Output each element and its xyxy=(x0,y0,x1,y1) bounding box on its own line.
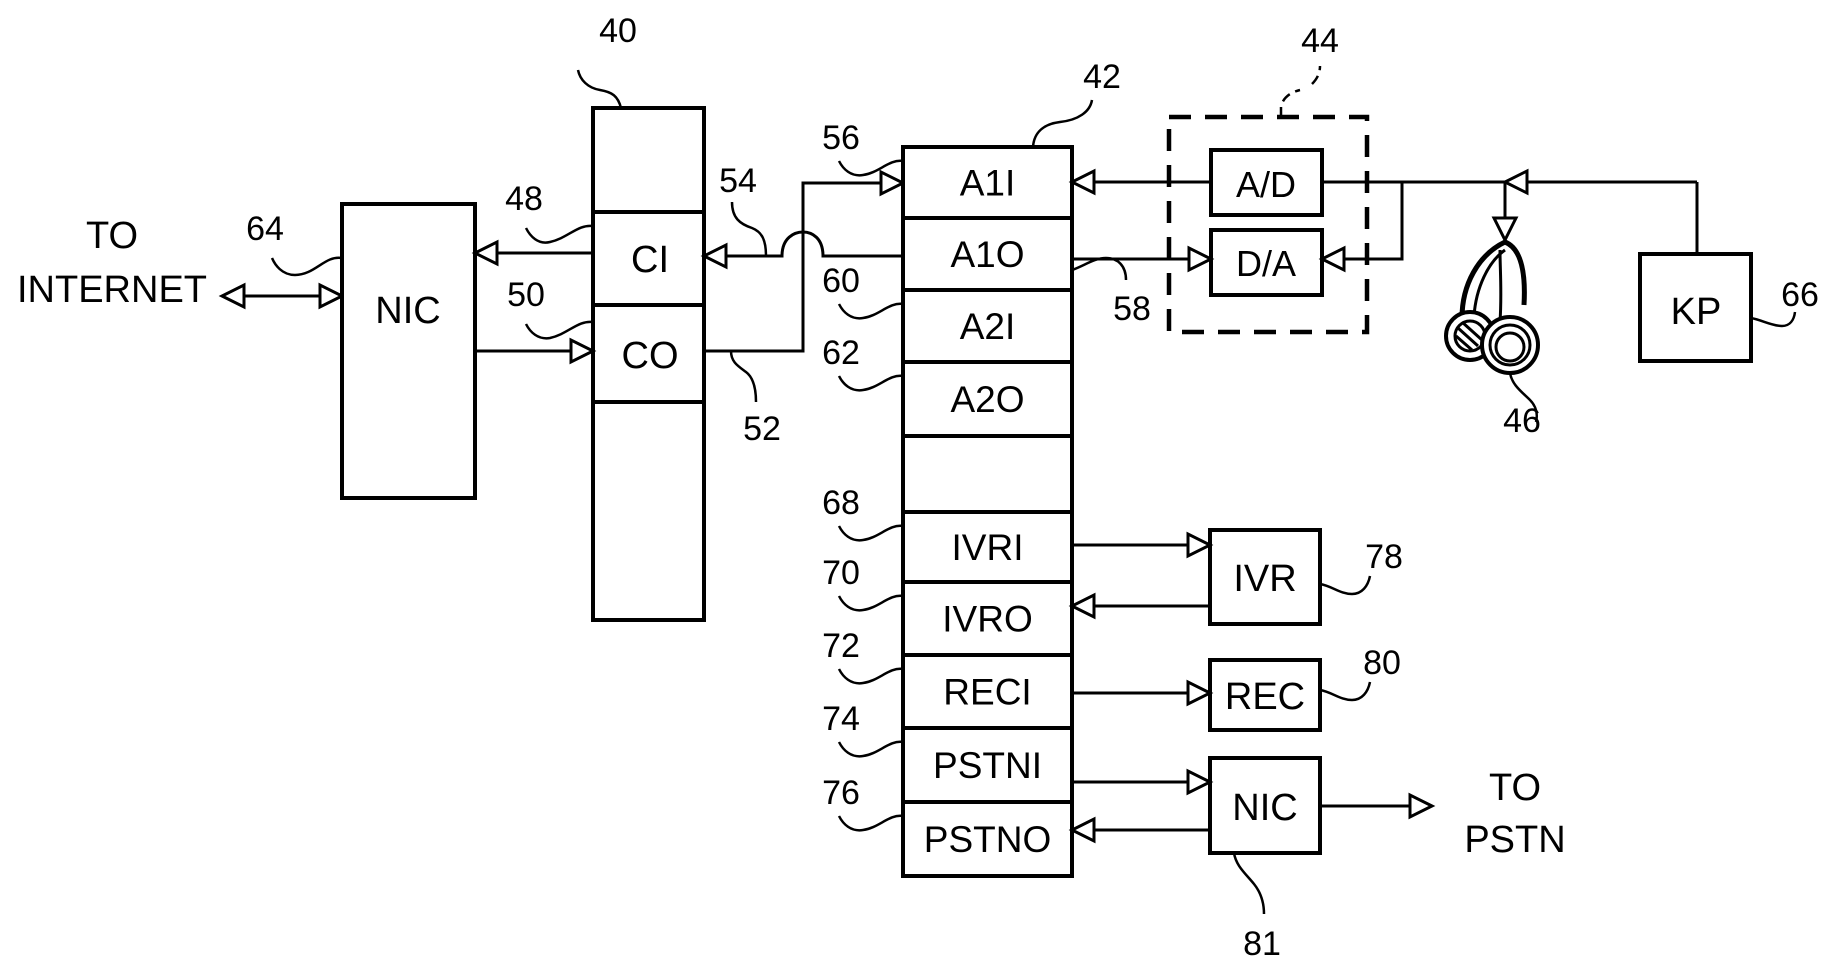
da-label: D/A xyxy=(1236,243,1296,284)
nic-internet-label: NIC xyxy=(375,290,440,332)
port-co-label: CO xyxy=(622,335,679,377)
ref-leader-40 xyxy=(576,69,623,109)
port-ivro-label: IVRO xyxy=(942,599,1032,640)
ref-leader-80 xyxy=(1319,681,1372,702)
nic-pstn-label: NIC xyxy=(1232,787,1297,829)
block-diagram: TO INTERNET NIC 64 CI CO 40 48 50 52 54 xyxy=(17,12,1819,963)
ivr-label: IVR xyxy=(1233,558,1296,600)
ref-leader-48 xyxy=(524,224,594,244)
port-ci-label: CI xyxy=(631,239,669,281)
ref-48: 48 xyxy=(505,180,543,218)
rec-block[interactable]: REC xyxy=(1208,658,1322,732)
arrow-to-internet-icon xyxy=(220,283,246,309)
arrow-into-da-icon xyxy=(1187,246,1213,272)
headset-icon[interactable] xyxy=(1444,239,1540,375)
ref-66: 66 xyxy=(1781,276,1819,314)
arrow-into-nic-pstn-icon xyxy=(1186,769,1212,795)
arrow-into-rec-icon xyxy=(1186,680,1212,706)
ad-label: A/D xyxy=(1236,164,1296,205)
port-pstno-label: PSTNO xyxy=(924,819,1051,860)
port-ivri-label: IVRI xyxy=(952,527,1024,568)
ref-leader-68 xyxy=(837,524,904,542)
ref-62: 62 xyxy=(822,334,860,372)
ref-leader-58 xyxy=(1071,256,1128,281)
ref-70: 70 xyxy=(822,554,860,592)
port-a2o-label: A2O xyxy=(950,379,1024,420)
ref-60: 60 xyxy=(822,262,860,300)
ref-44: 44 xyxy=(1301,22,1339,60)
ref-68: 68 xyxy=(822,484,860,522)
nic-pstn-block[interactable]: NIC xyxy=(1208,756,1322,855)
ref-78: 78 xyxy=(1365,538,1403,576)
ref-52: 52 xyxy=(743,410,781,448)
ref-40: 40 xyxy=(599,12,637,50)
ref-leader-42 xyxy=(1031,99,1094,148)
ref-leader-64 xyxy=(270,256,343,277)
ref-81: 81 xyxy=(1243,925,1281,963)
ref-72: 72 xyxy=(822,627,860,665)
port-pstni-label: PSTNI xyxy=(933,745,1042,786)
port-reci-label: RECI xyxy=(943,672,1031,713)
arrow-into-da-right-icon xyxy=(1320,246,1346,272)
ref-leader-52 xyxy=(729,350,758,403)
ref-leader-54 xyxy=(730,201,768,257)
ivr-block[interactable]: IVR xyxy=(1208,528,1322,626)
ref-leader-56 xyxy=(837,159,904,177)
rec-label: REC xyxy=(1225,676,1305,718)
ref-leader-76 xyxy=(837,814,904,832)
ref-leader-60 xyxy=(837,302,904,320)
ref-leader-72 xyxy=(837,667,904,685)
to-pstn-text-2: PSTN xyxy=(1464,819,1565,861)
bus-to-da-wire xyxy=(1322,182,1404,261)
arrow-into-headset-icon xyxy=(1492,216,1518,242)
to-internet-text-1: TO xyxy=(86,215,138,257)
da-converter[interactable]: D/A xyxy=(1209,228,1324,297)
port-ci[interactable]: CI xyxy=(631,239,669,281)
ref-leader-70 xyxy=(837,594,904,612)
arrow-to-pstn-icon xyxy=(1408,793,1434,819)
ref-leader-44 xyxy=(1279,65,1322,117)
ref-42: 42 xyxy=(1083,58,1121,96)
ref-leader-50 xyxy=(524,320,594,340)
nic-internet-block[interactable]: NIC xyxy=(340,202,477,500)
arrow-into-nic-icon xyxy=(318,283,344,309)
port-co[interactable]: CO xyxy=(622,335,679,377)
arrow-into-a1i-icon xyxy=(879,170,905,196)
keypad-label: KP xyxy=(1671,291,1722,333)
arrow-into-pstno-icon xyxy=(1070,817,1096,843)
ref-56: 56 xyxy=(822,119,860,157)
to-pstn-text-1: TO xyxy=(1489,767,1541,809)
ref-leader-62 xyxy=(837,374,904,392)
arrow-into-co-icon xyxy=(569,338,595,364)
to-internet-text-2: INTERNET xyxy=(17,269,207,311)
keypad-block[interactable]: KP xyxy=(1638,252,1753,363)
ref-58: 58 xyxy=(1113,290,1151,328)
ref-leader-66 xyxy=(1750,311,1797,328)
arrow-into-nic-icon xyxy=(473,240,499,266)
ref-leader-74 xyxy=(837,740,904,758)
ref-leader-78 xyxy=(1319,575,1372,596)
arrow-into-ivro-icon xyxy=(1070,593,1096,619)
arrow-into-ivr-icon xyxy=(1186,532,1212,558)
ref-54: 54 xyxy=(719,162,757,200)
ref-leader-81 xyxy=(1232,852,1266,915)
port-a2i-label: A2I xyxy=(960,306,1016,347)
ad-converter[interactable]: A/D xyxy=(1209,148,1324,217)
arrow-into-ci-icon xyxy=(702,243,728,269)
ref-74: 74 xyxy=(822,700,860,738)
co-to-a1i-wire xyxy=(704,181,903,353)
port-a1i-label: A1I xyxy=(960,163,1016,204)
ref-76: 76 xyxy=(822,774,860,812)
ref-80: 80 xyxy=(1363,644,1401,682)
arrow-into-a1i-icon xyxy=(1070,169,1096,195)
ref-46: 46 xyxy=(1503,402,1541,440)
ref-50: 50 xyxy=(507,276,545,314)
ref-64: 64 xyxy=(246,210,284,248)
port-a1o-label: A1O xyxy=(950,234,1024,275)
arrow-from-keypad-icon xyxy=(1503,169,1529,195)
